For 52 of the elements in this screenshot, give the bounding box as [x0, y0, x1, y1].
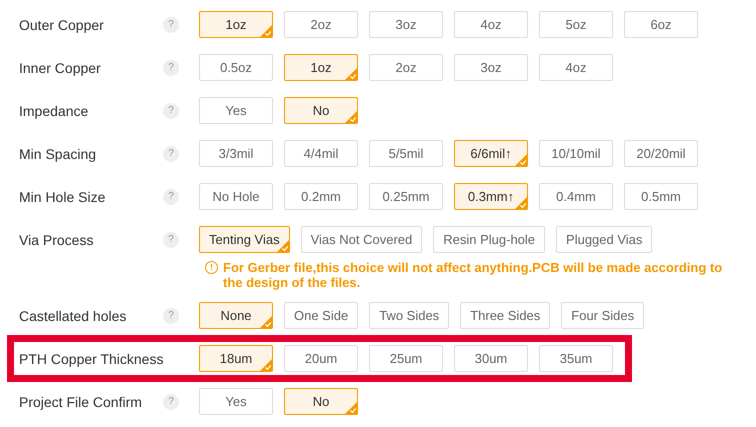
- option-button[interactable]: 0.3mm↑: [454, 183, 528, 210]
- option-button[interactable]: None: [199, 302, 273, 329]
- option-button[interactable]: 4oz: [454, 11, 528, 38]
- option-button[interactable]: 6/6mil↑: [454, 140, 528, 167]
- option-button[interactable]: 6oz: [624, 11, 698, 38]
- option-button[interactable]: 0.25mm: [369, 183, 443, 210]
- option-button[interactable]: 4oz: [539, 54, 613, 81]
- option-button[interactable]: 20um: [284, 345, 358, 372]
- option-button[interactable]: 1oz: [199, 11, 273, 38]
- option-button[interactable]: 0.4mm: [539, 183, 613, 210]
- option-button[interactable]: 3oz: [454, 54, 528, 81]
- option-button[interactable]: 0.5oz: [199, 54, 273, 81]
- option-button[interactable]: 3oz: [369, 11, 443, 38]
- option-button[interactable]: 5oz: [539, 11, 613, 38]
- warning-icon: !: [205, 261, 218, 274]
- field-label: Inner Copper: [19, 60, 102, 76]
- option-button[interactable]: 30um: [454, 345, 528, 372]
- field-label: Min Hole Size: [19, 188, 106, 204]
- option-button[interactable]: 0.5mm: [624, 183, 698, 210]
- field-label: Via Process: [19, 232, 94, 248]
- option-button[interactable]: No: [284, 97, 358, 124]
- option-button[interactable]: Vias Not Covered: [300, 226, 422, 253]
- option-button[interactable]: Plugged Vias: [556, 226, 652, 253]
- option-button[interactable]: Tenting Vias: [199, 226, 290, 253]
- option-button[interactable]: 2oz: [369, 54, 443, 81]
- option-button[interactable]: 2oz: [284, 11, 358, 38]
- field-label: Outer Copper: [19, 16, 105, 32]
- option-button[interactable]: Three Sides: [460, 302, 550, 329]
- option-button[interactable]: 5/5mil: [369, 140, 443, 167]
- option-button[interactable]: 3/3mil: [199, 140, 273, 167]
- option-button[interactable]: No: [284, 388, 358, 415]
- option-button[interactable]: Two Sides: [369, 302, 450, 329]
- field-label: Impedance: [19, 102, 90, 118]
- option-button[interactable]: 1oz: [284, 54, 358, 81]
- field-label: Castellated holes: [19, 308, 128, 324]
- option-button[interactable]: 35um: [539, 345, 613, 372]
- warning-text: For Gerber file,this choice will not affect anything.PCB will be made according to the design of the files.: [223, 260, 724, 290]
- option-button[interactable]: One Side: [284, 302, 358, 329]
- field-label: Project File Confirm: [19, 394, 143, 410]
- option-button[interactable]: 20/20mil: [624, 140, 698, 167]
- option-button[interactable]: 4/4mil: [284, 140, 358, 167]
- option-button[interactable]: Yes: [199, 388, 273, 415]
- option-button[interactable]: 10/10mil: [539, 140, 613, 167]
- option-button[interactable]: Yes: [199, 97, 273, 124]
- option-button[interactable]: 0.2mm: [284, 183, 358, 210]
- field-label: Min Spacing: [19, 146, 98, 162]
- field-label: PTH Copper Thickness: [19, 350, 163, 366]
- option-button[interactable]: Resin Plug-hole: [433, 226, 546, 253]
- option-button[interactable]: 18um: [199, 345, 273, 372]
- option-button[interactable]: Four Sides: [561, 302, 644, 329]
- option-button[interactable]: 25um: [369, 345, 443, 372]
- option-button[interactable]: No Hole: [199, 183, 273, 210]
